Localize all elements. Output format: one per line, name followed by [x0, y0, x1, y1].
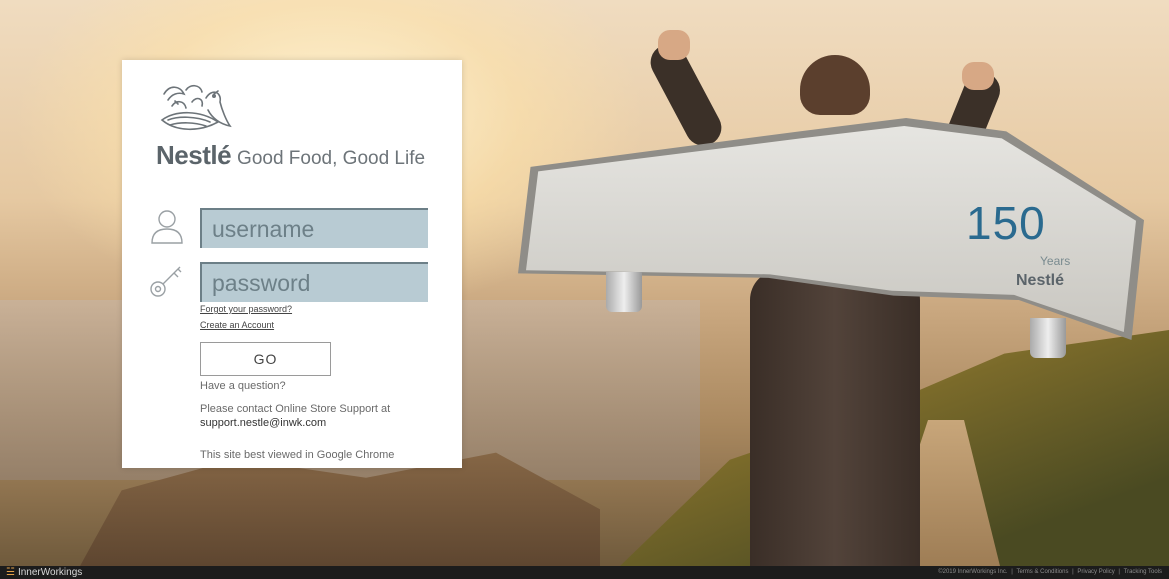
brand-row: Nestlé Good Food, Good Life — [156, 140, 425, 171]
brand-tagline: Good Food, Good Life — [237, 148, 426, 169]
anniversary-logo: 150 Years Nestlé — [966, 196, 1086, 289]
go-button[interactable]: GO — [200, 342, 331, 376]
anniversary-number: 150 — [966, 197, 1046, 249]
footer-separator: | — [1072, 569, 1074, 575]
support-email: support.nestle@inwk.com — [200, 417, 327, 429]
user-outline-icon — [151, 210, 183, 244]
footer-tracking-link[interactable]: Tracking Tools — [1124, 569, 1162, 575]
footer-logo[interactable]: ☱ InnerWorkings — [6, 566, 82, 579]
login-card: NestléGood Food, Good Life Forgot your p… — [122, 60, 462, 468]
brand-wordmark: Nestlé — [156, 140, 232, 170]
figure-hand-left — [658, 30, 690, 60]
footer-bar: ☱ InnerWorkings ©2019 InnerWorkings Inc. … — [0, 566, 1169, 579]
footer-privacy-link[interactable]: Privacy Policy — [1077, 569, 1114, 575]
key-icon — [150, 266, 182, 297]
password-input[interactable] — [200, 262, 428, 302]
footer-separator: | — [1011, 569, 1013, 575]
jet-left — [606, 272, 642, 312]
jet-right — [1030, 318, 1066, 358]
anniversary-brand: Nestlé — [1016, 272, 1065, 289]
footer-separator: | — [1118, 569, 1120, 575]
innerworkings-logo-icon: ☱ — [6, 567, 15, 578]
browser-note: This site best viewed in Google Chrome — [200, 449, 395, 461]
create-account-link[interactable]: Create an Account — [200, 320, 274, 330]
footer-links: ©2019 InnerWorkings Inc. | Terms & Condi… — [937, 566, 1163, 579]
footer-copyright: ©2019 InnerWorkings Inc. — [938, 569, 1008, 575]
help-question: Have a question? — [200, 380, 286, 392]
figure-hand-right — [962, 62, 994, 90]
username-input[interactable] — [200, 208, 428, 248]
footer-logo-text: InnerWorkings — [17, 567, 83, 578]
footer-terms-link[interactable]: Terms & Conditions — [1016, 569, 1068, 575]
forgot-password-link[interactable]: Forgot your password? — [200, 304, 292, 314]
nest-bird-logo-icon — [160, 84, 232, 131]
help-contact-text: Please contact Online Store Support at — [200, 403, 391, 415]
figure-body — [750, 270, 920, 566]
anniversary-years: Years — [1040, 254, 1071, 268]
